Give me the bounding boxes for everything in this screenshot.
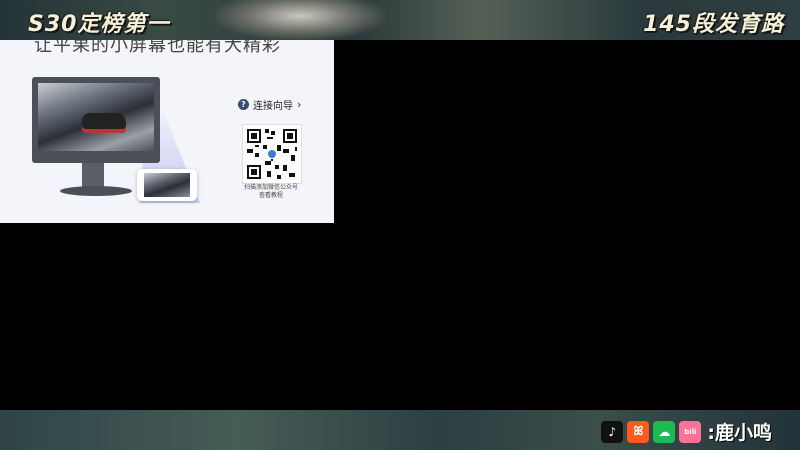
screen-mirror-window: 让平果的小屏幕也能有大精彩 ? 连接向导 › 扫描添加微信公众号 查看教程 — [0, 40, 334, 223]
chevron-right-icon: › — [297, 98, 302, 111]
streamer-name: :鹿小鸣 — [707, 422, 772, 444]
social-bar: ♪ ꕤ ☁ bili :鹿小鸣 — [601, 418, 772, 445]
bilibili-icon: bili — [679, 420, 702, 443]
monitor-illustration — [32, 77, 160, 163]
connection-guide-label: 连接向导 — [253, 101, 293, 112]
qr-caption-line1: 扫描添加微信公众号 — [243, 184, 298, 191]
overlay-title-right: 145段发育路 — [643, 12, 784, 37]
qr-caption: 扫描添加微信公众号 查看教程 — [232, 184, 310, 200]
character-art — [215, 0, 385, 40]
window-headline: 让平果的小屏幕也能有大精彩 — [34, 40, 281, 56]
phone-illustration — [137, 169, 197, 201]
phone-screen — [144, 173, 190, 197]
qr-code-icon — [243, 125, 301, 183]
qr-caption-line2: 查看教程 — [258, 192, 283, 199]
wechat-icon: ☁ — [653, 420, 676, 443]
monitor-base — [60, 186, 132, 196]
monitor-screen — [38, 83, 154, 151]
kuaishou-icon: ꕤ — [627, 420, 650, 443]
car-image — [82, 113, 126, 133]
stream-overlay-top: S30定榜第一 145段发育路 — [0, 0, 800, 40]
qr-code — [242, 124, 302, 184]
overlay-title-left: S30定榜第一 — [28, 12, 170, 37]
connection-guide-link[interactable]: ? 连接向导 › — [238, 97, 301, 112]
help-icon: ? — [238, 99, 249, 110]
tiktok-icon: ♪ — [601, 420, 624, 443]
